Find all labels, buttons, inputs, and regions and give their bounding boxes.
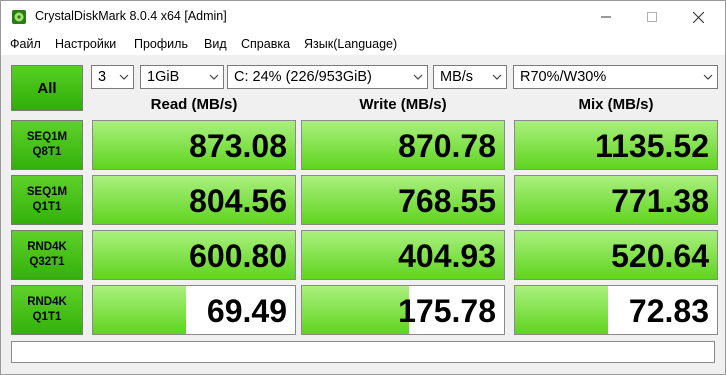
test-name-line2: Q8T1 — [32, 146, 62, 158]
chevron-down-icon — [119, 74, 129, 80]
result-cell-write: 870.78 — [301, 120, 505, 170]
test-name-line1: SEQ1M — [26, 131, 68, 143]
menu-profile[interactable]: Профиль — [134, 37, 188, 51]
drive-select[interactable]: C: 24% (226/953GiB) — [227, 65, 428, 89]
app-icon — [12, 10, 26, 24]
unit-value: MB/s — [440, 69, 474, 85]
maximize-icon — [647, 12, 657, 22]
test-size-value: 1GiB — [147, 69, 180, 85]
result-cell-mix: 72.83 — [514, 285, 718, 335]
result-cell-write: 175.78 — [301, 285, 505, 335]
result-cell-read: 873.08 — [92, 120, 296, 170]
result-value: 600.80 — [189, 238, 287, 274]
close-button[interactable] — [675, 1, 721, 33]
result-value: 804.56 — [189, 183, 287, 219]
test-name-line2: Q1T1 — [32, 311, 62, 323]
mix-ratio-select[interactable]: R70%/W30% — [513, 65, 718, 89]
result-cell-read: 600.80 — [92, 230, 296, 280]
test-name-line1: RND4K — [27, 296, 67, 308]
close-icon — [692, 11, 704, 23]
test-size-select[interactable]: 1GiB — [140, 65, 224, 89]
result-value: 404.93 — [398, 238, 496, 274]
test-button-rnd4k-q1t1[interactable]: RND4K Q1T1 — [11, 285, 83, 335]
result-cell-read: 804.56 — [92, 175, 296, 225]
test-name-line2: Q1T1 — [32, 201, 62, 213]
result-cell-mix: 771.38 — [514, 175, 718, 225]
menu-settings[interactable]: Настройки — [55, 37, 116, 51]
comment-input[interactable] — [11, 341, 715, 363]
menu-language[interactable]: Язык(Language) — [304, 37, 397, 51]
chevron-down-icon — [703, 74, 713, 80]
result-value: 175.78 — [398, 293, 496, 329]
chevron-down-icon — [413, 74, 423, 80]
mix-column-header: Mix (MB/s) — [578, 96, 654, 113]
mix-ratio-value: R70%/W30% — [520, 69, 607, 85]
result-cell-read: 69.49 — [92, 285, 296, 335]
menu-help[interactable]: Справка — [241, 37, 290, 51]
drive-value: C: 24% (226/953GiB) — [234, 69, 372, 85]
maximize-button[interactable] — [629, 1, 675, 33]
read-column-header: Read (MB/s) — [150, 96, 238, 113]
result-value: 771.38 — [611, 183, 709, 219]
test-button-seq1m-q8t1[interactable]: SEQ1M Q8T1 — [11, 120, 83, 170]
minimize-icon — [601, 16, 611, 18]
test-count-select[interactable]: 3 — [91, 65, 134, 89]
test-count-value: 3 — [98, 69, 107, 85]
test-name-line1: SEQ1M — [26, 186, 68, 198]
test-button-rnd4k-q32t1[interactable]: RND4K Q32T1 — [11, 230, 83, 280]
result-value: 873.08 — [189, 128, 287, 164]
result-value: 72.83 — [628, 293, 709, 329]
result-value: 768.55 — [398, 183, 496, 219]
menu-view[interactable]: Вид — [204, 37, 227, 51]
run-all-button[interactable]: All — [11, 65, 83, 111]
result-value: 870.78 — [398, 128, 496, 164]
minimize-button[interactable] — [583, 1, 629, 33]
write-column-header: Write (MB/s) — [359, 96, 447, 113]
result-value: 1135.52 — [595, 128, 709, 164]
result-cell-write: 768.55 — [301, 175, 505, 225]
progress-fill — [515, 286, 608, 334]
progress-fill — [302, 286, 410, 334]
benchmark-panel: All 3 1GiB C: 24% (226/953GiB) MB/s R70%… — [1, 55, 725, 374]
title-bar: CrystalDiskMark 8.0.4 x64 [Admin] — [1, 1, 725, 33]
menu-bar: Файл Настройки Профиль Вид Справка Язык(… — [1, 33, 725, 55]
progress-fill — [93, 286, 186, 334]
result-cell-write: 404.93 — [301, 230, 505, 280]
app-window: CrystalDiskMark 8.0.4 x64 [Admin] Файл Н… — [0, 0, 726, 375]
result-value: 69.49 — [206, 293, 287, 329]
chevron-down-icon — [209, 74, 219, 80]
menu-file[interactable]: Файл — [10, 37, 41, 51]
window-title: CrystalDiskMark 8.0.4 x64 [Admin] — [35, 9, 227, 23]
unit-select[interactable]: MB/s — [433, 65, 507, 89]
result-cell-mix: 520.64 — [514, 230, 718, 280]
result-value: 520.64 — [611, 238, 709, 274]
test-name-line1: RND4K — [27, 241, 67, 253]
result-cell-mix: 1135.52 — [514, 120, 718, 170]
test-button-seq1m-q1t1[interactable]: SEQ1M Q1T1 — [11, 175, 83, 225]
test-name-line2: Q32T1 — [29, 256, 65, 268]
chevron-down-icon — [492, 74, 502, 80]
